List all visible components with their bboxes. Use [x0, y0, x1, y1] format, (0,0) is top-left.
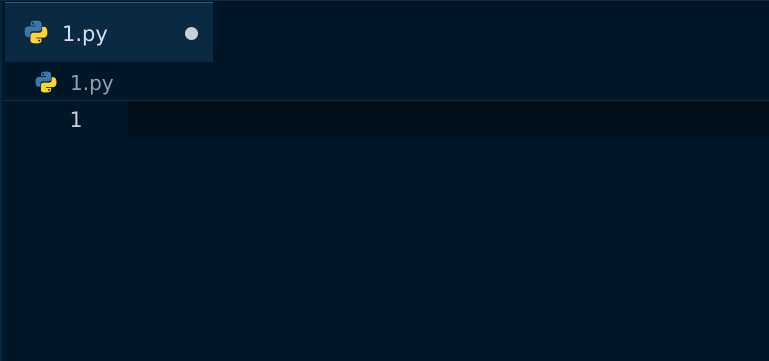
- breadcrumb-file[interactable]: 1.py: [70, 71, 114, 95]
- tab-bar: 1.py: [2, 1, 769, 63]
- line-number: 1: [69, 108, 82, 132]
- python-icon: [35, 71, 57, 93]
- line-gutter: 1: [2, 101, 128, 361]
- breadcrumb: 1.py: [2, 63, 769, 100]
- python-icon: [24, 20, 48, 44]
- editor-window: 1.py 1.py 1: [0, 0, 769, 361]
- current-line-highlight[interactable]: [128, 101, 769, 136]
- tab-1-py[interactable]: 1.py: [5, 2, 213, 62]
- code-editor[interactable]: 1: [2, 100, 769, 361]
- tab-label: 1.py: [62, 22, 108, 46]
- unsaved-dot-icon[interactable]: [185, 27, 198, 40]
